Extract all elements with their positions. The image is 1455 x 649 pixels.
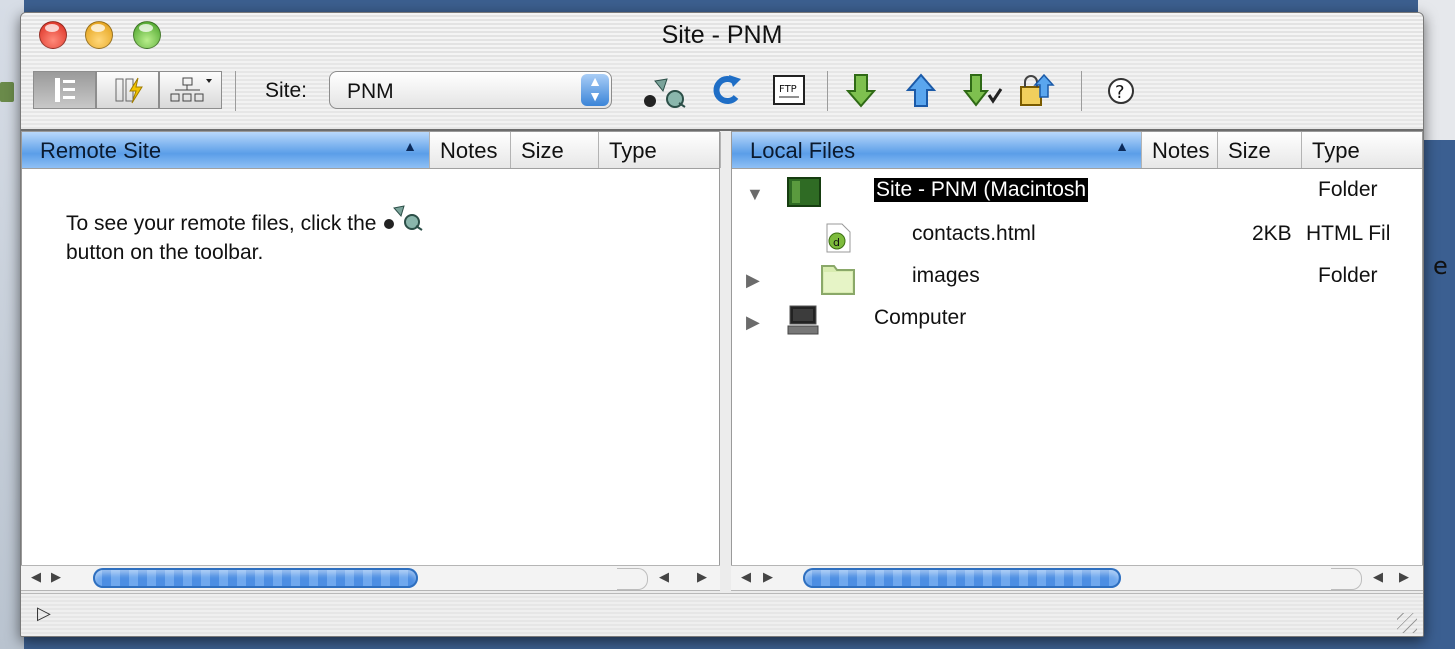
testing-server-view-button[interactable] (96, 71, 159, 109)
site-label: Site: (265, 79, 308, 102)
local-files-column[interactable]: Local Files ▲ (732, 132, 1142, 168)
connect-icon (384, 205, 423, 231)
scroll-left-arrow-icon[interactable]: ◀ (1373, 569, 1383, 585)
remote-site-column-label: Remote Site (40, 138, 162, 163)
file-name: images (912, 264, 980, 287)
site-files-view-button[interactable] (33, 71, 96, 109)
toolbar-separator (235, 71, 236, 111)
remote-site-pane[interactable]: Remote Site ▲ Notes Size Type To see you… (21, 131, 721, 571)
file-name: Computer (874, 306, 967, 329)
local-size-column[interactable]: Size (1218, 132, 1302, 168)
file-type: Folder (1318, 178, 1378, 201)
svg-text:?: ? (1115, 82, 1125, 103)
ftp-log-icon[interactable]: FTP (771, 73, 809, 109)
file-name: Site - PNM (Macintosh (874, 178, 1089, 202)
sort-ascending-icon: ▲ (1115, 138, 1129, 154)
file-name: contacts.html (912, 222, 1036, 245)
scroll-right-arrow-icon[interactable]: ▶ (697, 569, 707, 585)
local-horizontal-scrollbar[interactable]: ◀ ▶ ◀ ▶ (731, 565, 1423, 591)
status-bar: ▷ (21, 593, 1423, 636)
scroll-left-arrow-icon[interactable]: ◀ (659, 569, 669, 585)
scroll-thumb[interactable] (93, 568, 418, 588)
scroll-thumb[interactable] (803, 568, 1121, 588)
site-folder-icon (787, 177, 821, 207)
file-row[interactable]: ▶ Computer (732, 300, 1422, 342)
remote-site-column[interactable]: Remote Site ▲ (22, 132, 430, 168)
refresh-icon[interactable] (709, 73, 743, 109)
file-type: HTML Fil (1306, 222, 1391, 245)
sort-ascending-icon: ▲ (403, 138, 417, 154)
help-icon[interactable]: ? (1103, 73, 1139, 109)
scroll-left-arrow-icon[interactable]: ◀ (741, 569, 751, 585)
toolbar: Site: PNM ▲ ▼ FTP ? (21, 57, 1423, 131)
expand-triangle-icon[interactable]: ▷ (37, 603, 51, 624)
file-row[interactable]: ▼ Site - PNM (Macintosh Folder (732, 172, 1422, 214)
svg-text:d: d (833, 236, 840, 249)
scroll-track-end (617, 568, 648, 590)
computer-icon (787, 305, 819, 335)
site-files-icon (54, 78, 75, 102)
remote-horizontal-scrollbar[interactable]: ◀ ▶ ◀ ▶ (21, 565, 720, 591)
file-row[interactable]: d contacts.html 2KB HTML Fil (732, 216, 1422, 258)
toolbar-separator (1081, 71, 1082, 111)
html-file-icon: d (826, 223, 851, 253)
site-select[interactable]: PNM ▲ ▼ (329, 71, 612, 109)
remote-column-header: Remote Site ▲ Notes Size Type (22, 132, 721, 169)
disclosure-closed-icon[interactable]: ▶ (746, 312, 760, 333)
folder-icon (821, 265, 855, 295)
site-map-view-button[interactable] (159, 71, 222, 109)
remote-hint-line2: button on the toolbar. (66, 241, 264, 264)
scroll-track-end (1331, 568, 1362, 590)
desktop-text-fragment: e (1433, 252, 1448, 280)
disclosure-open-icon[interactable]: ▼ (746, 184, 764, 205)
remote-size-column[interactable]: Size (511, 132, 599, 168)
file-type: Folder (1318, 264, 1378, 287)
local-files-column-label: Local Files (750, 138, 856, 163)
scroll-left-arrow-icon[interactable]: ◀ (31, 569, 41, 585)
get-arrow-icon[interactable] (845, 73, 877, 109)
toolbar-separator (827, 71, 828, 111)
remote-hint: To see your remote files, click the butt… (66, 202, 430, 267)
resize-grip-icon[interactable] (1397, 613, 1417, 633)
testing-server-icon (115, 77, 143, 104)
disclosure-closed-icon[interactable]: ▶ (746, 270, 760, 291)
svg-text:FTP: FTP (779, 84, 797, 95)
local-column-header: Local Files ▲ Notes Size Type (732, 132, 1422, 169)
put-arrow-icon[interactable] (905, 73, 937, 109)
local-notes-column[interactable]: Notes (1142, 132, 1218, 168)
connect-icon[interactable] (641, 73, 689, 109)
scroll-right-arrow-icon[interactable]: ▶ (51, 569, 61, 585)
popup-arrows-icon: ▲ ▼ (581, 74, 609, 106)
file-size: 2KB (1252, 222, 1292, 245)
remote-notes-column[interactable]: Notes (430, 132, 511, 168)
site-map-icon (170, 77, 212, 102)
check-in-icon[interactable] (1017, 73, 1057, 109)
site-select-value: PNM (347, 80, 394, 103)
window-title: Site - PNM (661, 21, 783, 49)
check-out-icon[interactable] (961, 73, 1005, 109)
desktop-icon-fragment (0, 82, 14, 102)
site-window: Site - PNM Site: PNM ▲ ▼ FTP ? Remote Si… (20, 12, 1424, 637)
remote-hint-line1: To see your remote files, click the (66, 212, 377, 235)
file-row[interactable]: ▶ images Folder (732, 258, 1422, 300)
title-bar[interactable]: Site - PNM (21, 13, 1423, 57)
scroll-right-arrow-icon[interactable]: ▶ (763, 569, 773, 585)
scroll-right-arrow-icon[interactable]: ▶ (1399, 569, 1409, 585)
remote-type-column[interactable]: Type (599, 132, 721, 168)
local-files-pane[interactable]: Local Files ▲ Notes Size Type ▼ Site - P… (731, 131, 1423, 571)
local-type-column[interactable]: Type (1302, 132, 1423, 168)
